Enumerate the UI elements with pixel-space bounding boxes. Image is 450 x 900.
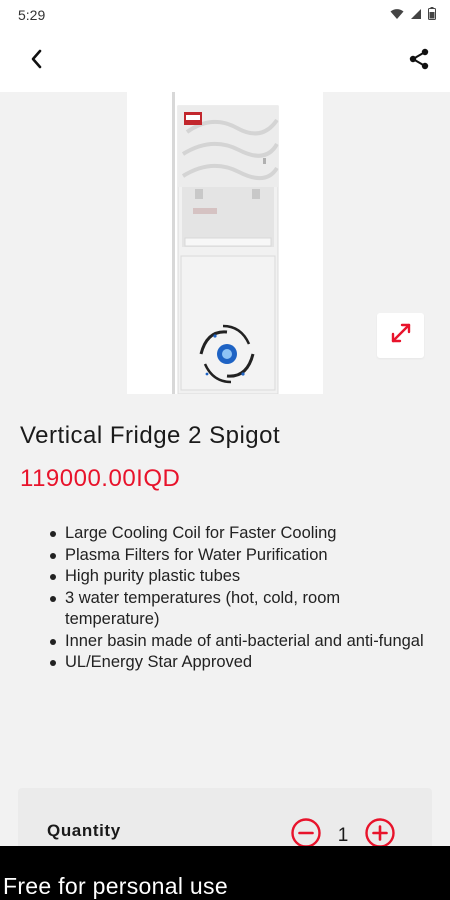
app-bar [0, 30, 450, 92]
wifi-icon [390, 7, 404, 23]
feature-list: Large Cooling Coil for Faster Cooling Pl… [48, 523, 428, 674]
share-icon [407, 47, 431, 76]
battery-icon [428, 7, 436, 23]
status-bar: 5:29 [0, 0, 450, 30]
zoom-button[interactable] [377, 313, 424, 358]
product-title: Vertical Fridge 2 Spigot [20, 422, 281, 449]
feature-item: Large Cooling Coil for Faster Cooling [48, 523, 428, 545]
minus-circle-icon [291, 818, 321, 848]
quantity-value: 1 [337, 824, 349, 846]
status-time: 5:29 [18, 7, 46, 23]
share-button[interactable] [404, 46, 434, 76]
product-price: 119000.00IQD [20, 465, 181, 492]
status-icons [390, 7, 436, 23]
back-button[interactable] [22, 46, 52, 76]
watermark-banner: Free for personal use [0, 846, 450, 900]
feature-item: 3 water temperatures (hot, cold, room te… [48, 588, 428, 631]
signal-icon [410, 7, 422, 23]
product-gallery[interactable] [0, 92, 450, 396]
quantity-label: Quantity [47, 821, 121, 840]
feature-item: Inner basin made of anti-bacterial and a… [48, 631, 428, 653]
expand-icon [389, 321, 413, 350]
feature-item: Plasma Filters for Water Purification [48, 545, 428, 567]
feature-item: High purity plastic tubes [48, 566, 428, 588]
chevron-left-icon [30, 49, 44, 74]
product-image [127, 92, 323, 395]
plus-circle-icon [365, 818, 395, 848]
watermark-text: Free for personal use [3, 873, 228, 899]
feature-item: UL/Energy Star Approved [48, 652, 428, 674]
